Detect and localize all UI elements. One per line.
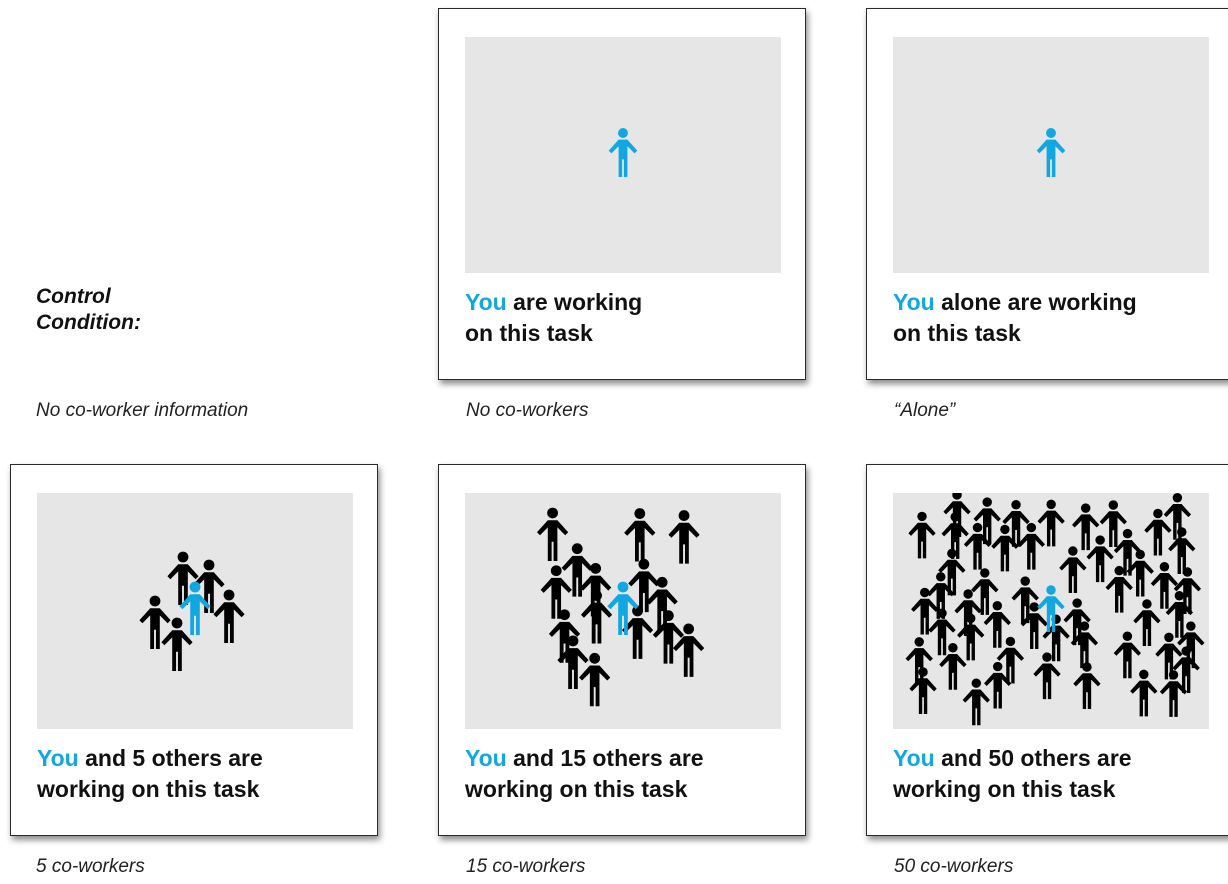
coworker-person-icon (905, 637, 933, 684)
control-title-line2: Condition: (36, 311, 141, 334)
card-panel (465, 493, 781, 729)
you-person-icon (1036, 128, 1066, 177)
coworker-person-icon (624, 508, 656, 562)
you-label: You (37, 745, 79, 771)
crowd-illustration (536, 507, 705, 707)
message-line2: on this task (893, 320, 1021, 346)
you-label: You (893, 289, 935, 315)
coworker-person-icon (1059, 546, 1087, 594)
you-label: You (465, 745, 507, 771)
control-caption: No co-worker information (36, 400, 249, 421)
message-line1: are working (506, 289, 643, 315)
coworker-person-icon (580, 590, 613, 644)
card-message: You and 50 others are working on this ta… (893, 743, 1223, 805)
message-line1: and 5 others are (78, 745, 263, 771)
message-line2: on this task (465, 320, 593, 346)
message-line2: working on this task (37, 776, 260, 802)
coworker-person-icon (1072, 503, 1100, 551)
card-caption-50-coworkers: 50 co-workers (894, 856, 1014, 877)
crowd-illustration (608, 128, 638, 177)
coworker-person-icon (963, 522, 992, 570)
message-line2: working on this task (893, 776, 1116, 802)
coworker-person-icon (213, 589, 245, 643)
coworker-person-icon (1168, 527, 1196, 574)
card-caption-no-coworkers: No co-workers (466, 400, 589, 421)
condition-card-15-coworkers: You and 15 others are working on this ta… (438, 464, 806, 836)
card-panel (37, 493, 353, 729)
coworker-person-icon (668, 510, 700, 564)
crowd-illustration (1036, 128, 1066, 177)
coworker-person-icon (1150, 562, 1179, 609)
message-line1: and 50 others are (934, 745, 1132, 771)
coworker-person-icon (1017, 522, 1045, 570)
message-line1: alone are working (934, 289, 1137, 315)
figure: Control Condition: No co-worker informat… (0, 0, 1228, 884)
card-caption-5-coworkers: 5 co-workers (36, 856, 145, 877)
condition-card-no-coworkers: You are working on this task (438, 8, 806, 380)
coworker-person-icon (1155, 632, 1183, 680)
card-caption-15-coworkers: 15 co-workers (466, 856, 586, 877)
card-message: You and 15 others are working on this ta… (465, 743, 795, 805)
coworker-person-icon (1130, 669, 1158, 717)
condition-card-5-coworkers: You and 5 others are working on this tas… (10, 464, 378, 836)
coworker-person-icon (908, 511, 936, 559)
coworker-person-icon (1033, 652, 1061, 700)
control-condition-title: Control Condition: (36, 284, 141, 336)
crowd-illustration (139, 551, 245, 671)
condition-card-alone: You alone are working on this task (866, 8, 1228, 380)
message-line2: working on this task (465, 776, 688, 802)
card-caption-alone: “Alone” (894, 400, 956, 421)
card-message: You alone are working on this task (893, 287, 1223, 349)
coworker-person-icon (962, 678, 990, 726)
message-line1: and 15 others are (506, 745, 704, 771)
coworker-person-icon (1020, 602, 1048, 649)
you-label: You (465, 289, 507, 315)
condition-card-50-coworkers: You and 50 others are working on this ta… (866, 464, 1228, 836)
coworker-person-icon (1037, 499, 1065, 547)
card-panel (893, 37, 1209, 273)
you-label: You (893, 745, 935, 771)
card-panel (893, 493, 1209, 729)
card-message: You are working on this task (465, 287, 795, 349)
you-person-icon (1037, 585, 1065, 632)
crowd-illustration (905, 493, 1205, 726)
you-person-icon (608, 128, 638, 177)
coworker-person-icon (161, 617, 193, 671)
coworker-person-icon (1113, 631, 1142, 679)
card-panel (465, 37, 781, 273)
card-message: You and 5 others are working on this tas… (37, 743, 367, 805)
coworker-person-icon (536, 507, 569, 561)
coworker-person-icon (646, 576, 678, 631)
control-title-line1: Control (36, 285, 111, 308)
coworker-person-icon (1133, 599, 1161, 646)
coworker-person-icon (957, 613, 985, 661)
coworker-person-icon (1073, 662, 1101, 709)
